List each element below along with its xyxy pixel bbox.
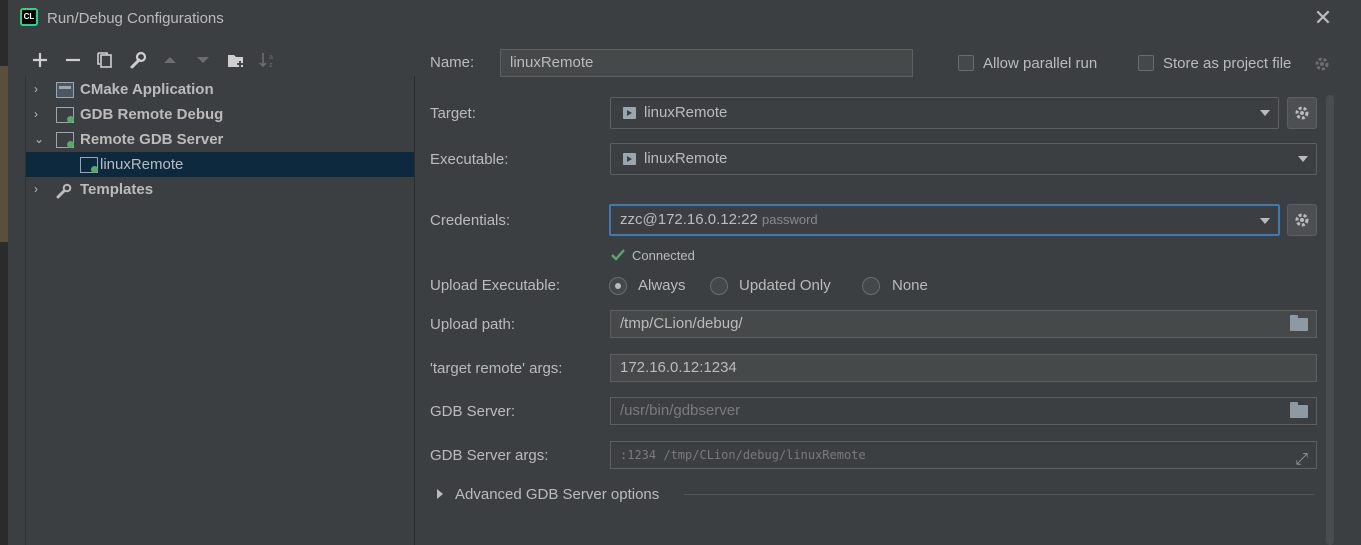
svg-text:z: z (269, 62, 273, 69)
connection-status: Connected (632, 248, 695, 263)
close-icon[interactable]: ✕ (1313, 7, 1333, 29)
arrow-down-icon (197, 57, 209, 63)
tree-item-label: GDB Remote Debug (80, 106, 224, 123)
tree-item-cmake-application[interactable]: › CMake Application (26, 77, 415, 102)
panel-divider[interactable] (414, 76, 415, 545)
tree-item-templates[interactable]: › Templates (26, 177, 415, 202)
new-folder-button[interactable] (226, 50, 246, 70)
tree-item-remote-gdb-server[interactable]: ⌄ Remote GDB Server (26, 127, 415, 152)
gdb-server-args-value: :1234 /tmp/CLion/debug/linuxRemote (620, 448, 866, 462)
wrench-icon (56, 182, 72, 199)
store-as-project-file-label: Store as project file (1163, 55, 1292, 72)
remote-gdb-server-icon (80, 157, 98, 173)
credentials-settings-button[interactable] (1287, 204, 1317, 236)
folder-plus-icon (228, 55, 243, 67)
vertical-scrollbar[interactable] (1326, 95, 1334, 545)
add-configuration-button[interactable] (30, 50, 50, 70)
tree-item-label: Templates (80, 181, 154, 198)
gdb-server-args-label: GDB Server args: (430, 447, 549, 464)
chevron-down-icon[interactable]: ⌄ (34, 127, 46, 152)
allow-parallel-run-label: Allow parallel run (983, 55, 1098, 72)
gear-icon[interactable] (1313, 55, 1331, 73)
credentials-dropdown[interactable]: zzc@172.16.0.12:22 password (609, 204, 1280, 236)
gdb-server-label: GDB Server: (430, 403, 516, 420)
store-as-project-file-checkbox[interactable] (1138, 55, 1154, 71)
upload-none-label: None (892, 277, 928, 294)
remove-configuration-button[interactable] (63, 50, 83, 70)
upload-always-radio[interactable] (609, 277, 627, 295)
target-settings-button[interactable] (1287, 97, 1317, 129)
tree-item-linuxremote[interactable]: linuxRemote (26, 152, 415, 177)
terminal-icon (623, 153, 636, 165)
gdb-server-args-input[interactable]: :1234 /tmp/CLion/debug/linuxRemote ⤢ (610, 441, 1317, 469)
gear-icon (1295, 106, 1309, 120)
allow-parallel-run-checkbox[interactable] (958, 55, 974, 71)
remote-gdb-server-icon (56, 132, 74, 148)
chevron-down-icon (1298, 156, 1308, 162)
clion-app-icon: CL (20, 8, 38, 26)
copy-configuration-button[interactable] (95, 50, 115, 70)
executable-label: Executable: (430, 151, 509, 168)
executable-dropdown[interactable]: linuxRemote (610, 143, 1317, 175)
gdb-server-value: /usr/bin/gdbserver (620, 402, 741, 419)
move-up-button[interactable] (160, 50, 180, 70)
checkmark-icon (610, 247, 626, 263)
gdb-server-input[interactable]: /usr/bin/gdbserver (610, 397, 1317, 425)
upload-path-label: Upload path: (430, 316, 516, 333)
advanced-gdb-server-options-toggle[interactable]: Advanced GDB Server options (455, 486, 659, 503)
chevron-right-icon[interactable]: › (34, 177, 46, 202)
sort-alpha-icon: az (259, 53, 273, 69)
sort-button[interactable]: az (258, 50, 278, 70)
target-dropdown[interactable]: linuxRemote (610, 97, 1279, 129)
tree-item-gdb-remote-debug[interactable]: › GDB Remote Debug (26, 102, 415, 127)
upload-path-value: /tmp/CLion/debug/ (620, 315, 743, 332)
plus-icon (33, 53, 47, 67)
chevron-down-icon (1260, 110, 1270, 116)
configuration-tree: › CMake Application › GDB Remote Debug ⌄… (25, 76, 415, 545)
upload-none-radio[interactable] (862, 277, 880, 295)
expand-icon[interactable]: ⤢ (1295, 446, 1308, 472)
expand-triangle-icon[interactable] (437, 489, 443, 499)
name-label: Name: (430, 54, 475, 71)
background-window-edge (0, 0, 8, 545)
chevron-right-icon[interactable]: › (34, 77, 46, 102)
window-title: Run/Debug Configurations (47, 10, 224, 27)
tree-item-label: linuxRemote (100, 156, 184, 173)
upload-executable-label: Upload Executable: (430, 277, 561, 294)
target-label: Target: (430, 105, 476, 122)
browse-folder-icon[interactable] (1290, 402, 1308, 418)
browse-folder-icon[interactable] (1290, 315, 1308, 331)
upload-path-input[interactable]: /tmp/CLion/debug/ (610, 310, 1317, 338)
cmake-application-icon (56, 82, 74, 98)
upload-updated-only-label: Updated Only (739, 277, 831, 294)
target-value: linuxRemote (644, 104, 728, 121)
svg-text:a: a (269, 54, 273, 61)
executable-value: linuxRemote (644, 150, 728, 167)
target-remote-args-label: 'target remote' args: (430, 360, 563, 377)
upload-always-label: Always (638, 277, 686, 294)
wrench-icon (130, 51, 147, 69)
chevron-right-icon[interactable]: › (34, 102, 46, 127)
chevron-down-icon (1260, 218, 1270, 224)
gear-icon (1295, 213, 1309, 227)
credentials-label: Credentials: (430, 212, 511, 229)
copy-icon (97, 52, 112, 68)
upload-updated-only-radio[interactable] (710, 277, 728, 295)
tree-item-label: Remote GDB Server (80, 131, 224, 148)
minus-icon (66, 58, 80, 62)
separator (684, 494, 1314, 495)
credentials-value: zzc@172.16.0.12:22 password (620, 211, 818, 228)
name-input[interactable]: linuxRemote (500, 49, 913, 77)
gdb-remote-debug-icon (56, 107, 74, 123)
target-remote-args-input[interactable]: 172.16.0.12:1234 (610, 354, 1317, 382)
tree-item-label: CMake Application (80, 81, 214, 98)
terminal-icon (623, 107, 636, 119)
move-down-button[interactable] (193, 50, 213, 70)
arrow-up-icon (164, 57, 176, 63)
edit-defaults-button[interactable] (128, 50, 148, 70)
